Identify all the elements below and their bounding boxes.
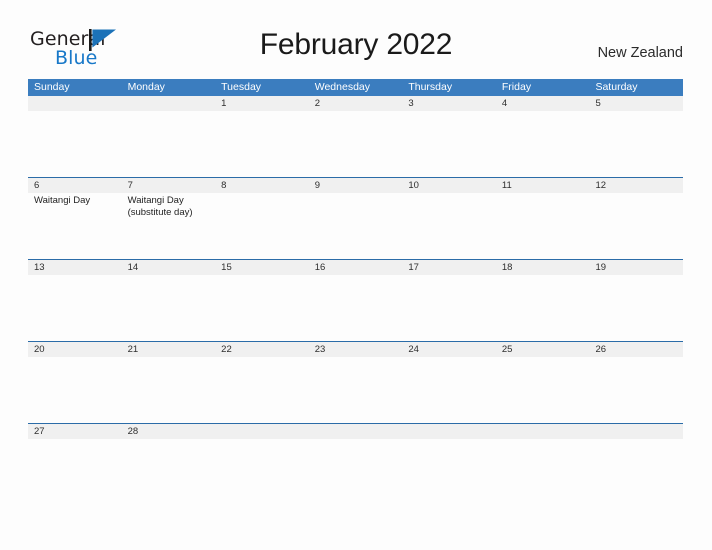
day-number[interactable]	[402, 424, 496, 439]
week-event-band	[28, 357, 683, 421]
weekday-header-thursday: Thursday	[408, 81, 453, 93]
day-cell[interactable]	[28, 439, 122, 503]
calendar-week-row: 20 21 22 23 24 25 26	[28, 341, 683, 423]
day-event-text: (substitute day)	[127, 206, 193, 218]
day-cell[interactable]	[402, 439, 496, 503]
day-number[interactable]: 21	[122, 342, 216, 357]
day-event-text: Waitangi Day	[34, 195, 91, 206]
day-cell[interactable]	[122, 439, 216, 503]
day-number[interactable]: 4	[496, 96, 590, 111]
day-cell[interactable]	[309, 275, 403, 339]
day-cell[interactable]	[122, 275, 216, 339]
day-number[interactable]: 28	[122, 424, 216, 439]
day-number[interactable]: 25	[496, 342, 590, 357]
week-event-band	[28, 111, 683, 175]
day-number[interactable]: 13	[28, 260, 122, 275]
day-number[interactable]: 22	[215, 342, 309, 357]
weekday-header-sunday: Sunday	[34, 81, 70, 93]
calendar-week-row: 1 2 3 4 5	[28, 96, 683, 177]
day-number[interactable]: 16	[309, 260, 403, 275]
calendar-week-row: 6 7 8 9 10 11 12 Waitangi Day Waitangi D…	[28, 177, 683, 259]
weekday-header-row: Sunday Monday Tuesday Wednesday Thursday…	[28, 79, 683, 96]
day-number[interactable]: 12	[589, 178, 683, 193]
day-number[interactable]	[215, 424, 309, 439]
day-number[interactable]: 14	[122, 260, 216, 275]
day-number[interactable]: 20	[28, 342, 122, 357]
day-number[interactable]: 1	[215, 96, 309, 111]
day-number[interactable]: 7	[122, 178, 216, 193]
day-cell[interactable]	[589, 111, 683, 175]
day-cell[interactable]	[589, 439, 683, 503]
day-cell[interactable]	[402, 357, 496, 421]
day-number[interactable]: 24	[402, 342, 496, 357]
day-cell[interactable]	[309, 357, 403, 421]
day-cell[interactable]	[496, 193, 590, 257]
week-date-band: 1 2 3 4 5	[28, 96, 683, 111]
calendar-grid: Sunday Monday Tuesday Wednesday Thursday…	[28, 79, 683, 464]
day-number[interactable]: 11	[496, 178, 590, 193]
day-cell[interactable]	[589, 193, 683, 257]
day-cell[interactable]	[122, 357, 216, 421]
day-cell[interactable]: Waitangi Day	[28, 193, 122, 257]
day-cell[interactable]	[215, 357, 309, 421]
day-cell[interactable]	[402, 111, 496, 175]
calendar-week-row: 27 28	[28, 423, 683, 464]
day-number[interactable]: 6	[28, 178, 122, 193]
week-date-band: 6 7 8 9 10 11 12	[28, 178, 683, 193]
week-event-band	[28, 275, 683, 339]
day-cell[interactable]	[28, 111, 122, 175]
day-number[interactable]: 19	[589, 260, 683, 275]
day-cell[interactable]	[122, 111, 216, 175]
day-cell[interactable]	[309, 111, 403, 175]
day-number[interactable]: 26	[589, 342, 683, 357]
day-number[interactable]: 5	[589, 96, 683, 111]
day-cell[interactable]	[215, 193, 309, 257]
weekday-header-friday: Friday	[501, 81, 532, 93]
day-cell[interactable]	[215, 111, 309, 175]
day-number[interactable]	[122, 96, 216, 111]
page-header: General Blue February 2022 New Zealand	[0, 0, 712, 78]
day-cell[interactable]	[28, 275, 122, 339]
weekday-header-saturday: Saturday	[595, 81, 638, 93]
day-number[interactable]: 10	[402, 178, 496, 193]
day-number[interactable]: 8	[215, 178, 309, 193]
day-cell[interactable]	[496, 111, 590, 175]
day-number[interactable]: 17	[402, 260, 496, 275]
week-event-band	[28, 439, 683, 503]
day-cell[interactable]	[215, 439, 309, 503]
day-number[interactable]	[589, 424, 683, 439]
day-number[interactable]: 27	[28, 424, 122, 439]
day-number[interactable]	[496, 424, 590, 439]
day-cell[interactable]	[402, 275, 496, 339]
day-cell[interactable]	[402, 193, 496, 257]
week-date-band: 20 21 22 23 24 25 26	[28, 342, 683, 357]
day-cell[interactable]	[28, 357, 122, 421]
country-label: New Zealand	[597, 45, 683, 61]
day-cell[interactable]	[496, 357, 590, 421]
day-number[interactable]	[309, 424, 403, 439]
day-cell[interactable]: Waitangi Day (substitute day)	[122, 193, 216, 257]
day-cell[interactable]	[589, 357, 683, 421]
weekday-header-monday: Monday	[127, 81, 165, 93]
day-number[interactable]: 18	[496, 260, 590, 275]
calendar-week-row: 13 14 15 16 17 18 19	[28, 259, 683, 341]
day-cell[interactable]	[215, 275, 309, 339]
day-cell[interactable]	[496, 439, 590, 503]
week-event-band: Waitangi Day Waitangi Day (substitute day…	[28, 193, 683, 257]
day-number[interactable]	[28, 96, 122, 111]
weekday-header-wednesday: Wednesday	[314, 81, 370, 93]
day-number[interactable]: 15	[215, 260, 309, 275]
day-cell[interactable]	[309, 439, 403, 503]
week-date-band: 13 14 15 16 17 18 19	[28, 260, 683, 275]
day-cell[interactable]	[496, 275, 590, 339]
day-number[interactable]: 2	[309, 96, 403, 111]
day-number[interactable]: 9	[309, 178, 403, 193]
day-cell[interactable]	[309, 193, 403, 257]
week-date-band: 27 28	[28, 424, 683, 439]
day-number[interactable]: 23	[309, 342, 403, 357]
day-event-text: Waitangi Day	[127, 195, 184, 206]
day-cell[interactable]	[589, 275, 683, 339]
day-number[interactable]: 3	[402, 96, 496, 111]
weekday-header-tuesday: Tuesday	[221, 81, 262, 93]
